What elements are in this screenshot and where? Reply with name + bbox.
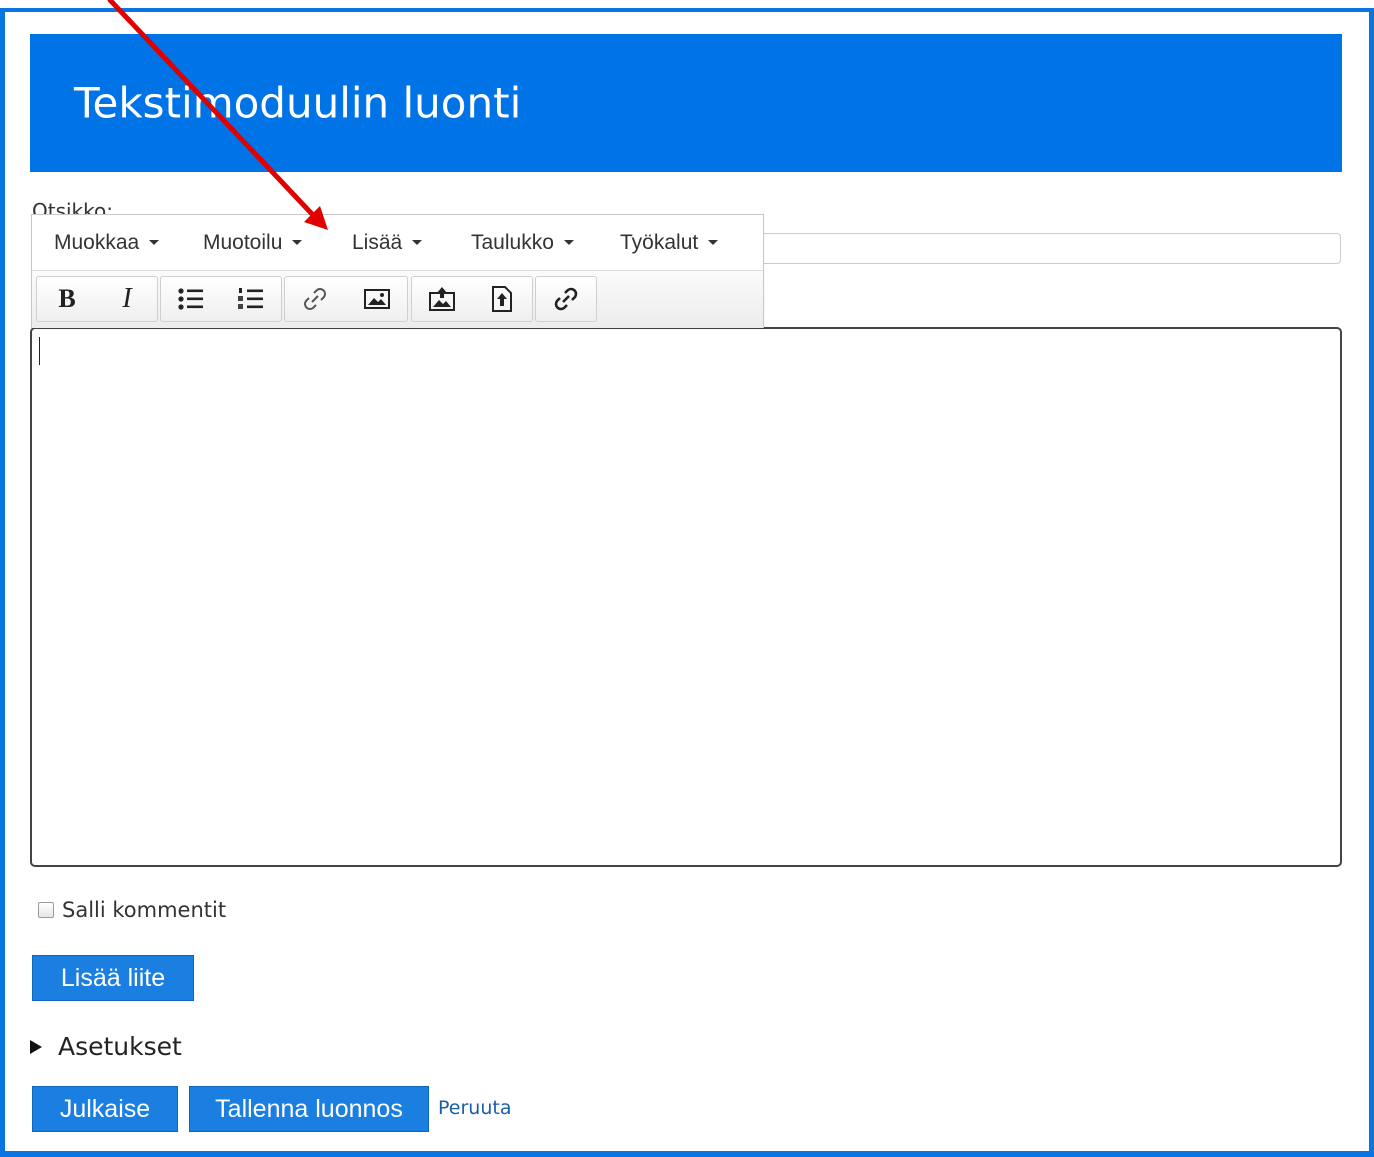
chevron-down-icon	[292, 240, 303, 245]
list-group	[160, 276, 282, 322]
chevron-down-icon	[412, 240, 423, 245]
insert-link-icon	[554, 287, 578, 311]
upload-file-button[interactable]	[472, 277, 532, 321]
italic-button[interactable]: I	[97, 277, 157, 321]
bold-button[interactable]: B	[37, 277, 97, 321]
chevron-down-icon	[708, 240, 719, 245]
allow-comments-row: Salli kommentit	[38, 898, 226, 922]
link-icon	[304, 288, 326, 310]
bullet-list-icon	[178, 288, 203, 310]
numbered-list-button[interactable]	[221, 277, 281, 321]
settings-toggle[interactable]: Asetukset	[30, 1032, 182, 1061]
insert-link-button[interactable]	[536, 277, 596, 321]
italic-icon: I	[122, 283, 132, 314]
text-caret	[39, 337, 40, 365]
upload-image-button[interactable]	[412, 277, 472, 321]
triangle-right-icon	[30, 1039, 42, 1054]
image-button[interactable]	[347, 277, 407, 321]
settings-label: Asetukset	[58, 1032, 182, 1061]
allow-comments-checkbox[interactable]	[38, 902, 54, 918]
annotation-arrow	[107, 0, 328, 230]
editor-button-bar: B I	[32, 271, 763, 328]
upload-image-icon	[429, 287, 455, 311]
bold-icon: B	[58, 284, 76, 313]
image-icon	[364, 289, 390, 309]
editor-body[interactable]	[30, 327, 1342, 867]
allow-comments-label: Salli kommentit	[62, 898, 227, 922]
bullet-list-button[interactable]	[161, 277, 221, 321]
insert-link-group	[535, 276, 597, 322]
cancel-link[interactable]: Peruuta	[438, 1097, 511, 1119]
upload-file-icon	[492, 286, 512, 312]
text-style-group: B I	[36, 276, 158, 322]
upload-group	[411, 276, 533, 322]
link-button[interactable]	[285, 277, 345, 321]
numbered-list-icon	[238, 288, 263, 309]
publish-button[interactable]: Julkaise	[32, 1086, 178, 1132]
add-attachment-button[interactable]: Lisää liite	[32, 955, 194, 1001]
chevron-down-icon	[149, 240, 160, 245]
save-draft-button[interactable]: Tallenna luonnos	[189, 1086, 429, 1132]
link-media-group	[284, 276, 408, 322]
chevron-down-icon	[563, 240, 574, 245]
